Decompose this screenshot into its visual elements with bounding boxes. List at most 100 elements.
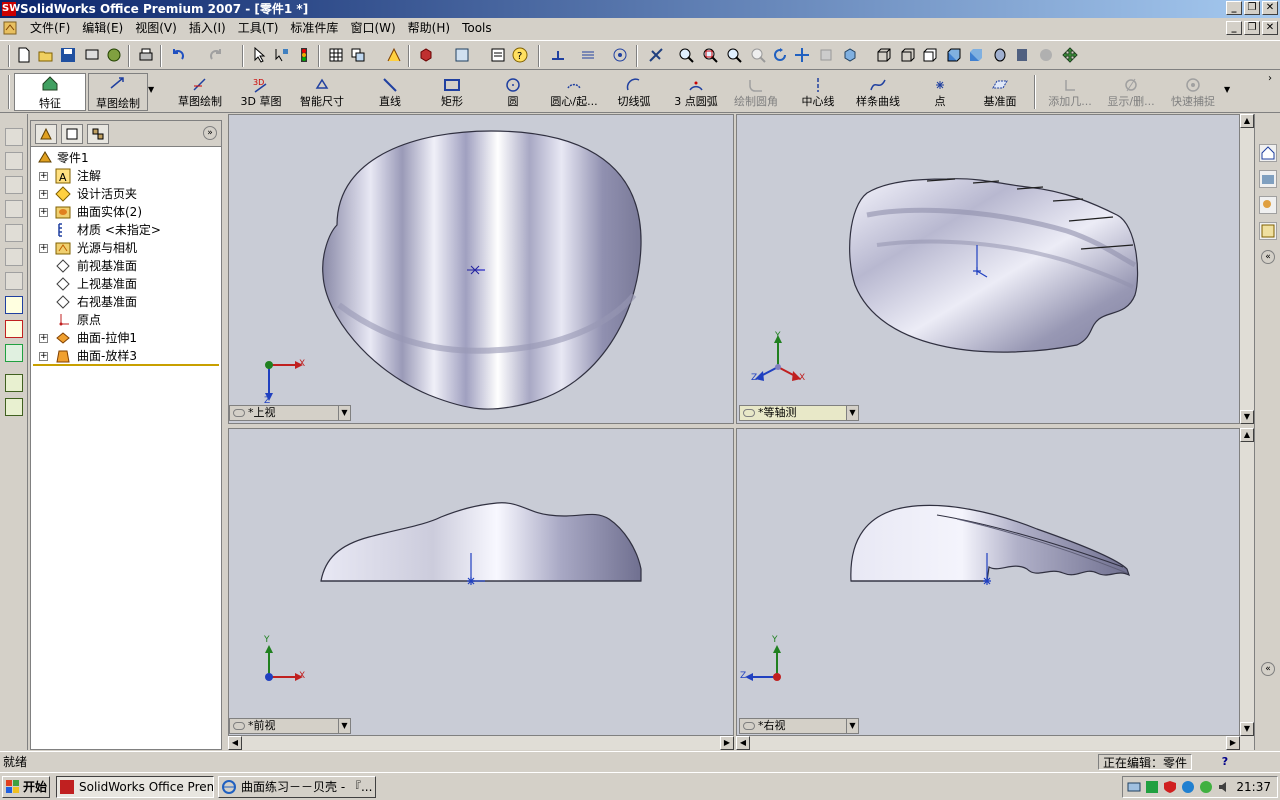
- relations-side-icon[interactable]: [5, 344, 23, 362]
- cmd-line[interactable]: 直线: [372, 75, 408, 111]
- link-views-icon[interactable]: [743, 409, 755, 417]
- scroll-up-icon[interactable]: ▲: [1240, 114, 1254, 128]
- shaded-icon[interactable]: [966, 45, 986, 65]
- tree-item-top-plane[interactable]: 上视基准面: [31, 275, 221, 293]
- volume-tray-icon[interactable]: [1217, 780, 1231, 794]
- target-icon[interactable]: [610, 45, 630, 65]
- new-icon[interactable]: [14, 45, 34, 65]
- doc-close-button[interactable]: ✕: [1262, 21, 1278, 35]
- tree-item-surface-bodies[interactable]: + 曲面实体(2): [31, 203, 221, 221]
- horizontal-scrollbar-right[interactable]: ◀ ▶: [736, 736, 1254, 750]
- tree-item-surface-extrude[interactable]: + 曲面-拉伸1: [31, 329, 221, 347]
- smart-dimension-side-icon[interactable]: [5, 320, 23, 338]
- snap-icon[interactable]: [348, 45, 368, 65]
- sketch-relation-icon[interactable]: [578, 45, 598, 65]
- shadows-icon[interactable]: [990, 45, 1010, 65]
- menu-help[interactable]: 帮助(H): [402, 20, 456, 36]
- cmd-plane[interactable]: 基准面: [978, 75, 1022, 111]
- taskbar-browser[interactable]: 曲面练习－－贝壳 - 『...: [218, 776, 376, 798]
- scroll-down-icon[interactable]: ▼: [1240, 722, 1254, 736]
- view-dropdown-icon[interactable]: ▼: [338, 406, 350, 420]
- property-manager-tab-icon[interactable]: [61, 124, 83, 144]
- cmd-centerline[interactable]: 中心线: [796, 75, 840, 111]
- pan-icon[interactable]: [792, 45, 812, 65]
- expand-pane-icon[interactable]: «: [1261, 662, 1275, 676]
- tree-item-annotations[interactable]: + A 注解: [31, 167, 221, 185]
- doc-restore-button[interactable]: ❐: [1244, 21, 1260, 35]
- minimize-button[interactable]: _: [1226, 1, 1242, 15]
- options-icon[interactable]: [104, 45, 124, 65]
- toolbar-overflow-icon[interactable]: ›: [1268, 73, 1272, 84]
- view-label-front[interactable]: *前视 ▼: [229, 718, 351, 734]
- cmd-centerpoint-arc[interactable]: 圆心/起...: [544, 75, 604, 111]
- update-tray-icon[interactable]: [1199, 780, 1213, 794]
- shield-tray-icon[interactable]: [1163, 780, 1177, 794]
- select-filter-icon[interactable]: [272, 45, 292, 65]
- hidden-lines-removed-icon[interactable]: [920, 45, 940, 65]
- cmd-smart-dimension[interactable]: 智能尺寸: [294, 75, 350, 111]
- scroll-right-icon[interactable]: ▶: [1226, 736, 1240, 750]
- view-label-right[interactable]: *右视 ▼: [739, 718, 859, 734]
- zoom-in-out-icon[interactable]: [724, 45, 744, 65]
- menu-standard-library[interactable]: 标准件库: [284, 20, 344, 36]
- start-button[interactable]: 开始: [2, 776, 50, 798]
- link-views-icon[interactable]: [743, 722, 755, 730]
- design-library-icon[interactable]: [1259, 170, 1277, 188]
- tree-item-design-binder[interactable]: + 设计活页夹: [31, 185, 221, 203]
- menu-view[interactable]: 视图(V): [129, 20, 183, 36]
- layer-icon[interactable]: [5, 374, 23, 392]
- expand-icon[interactable]: +: [39, 172, 48, 181]
- antivirus-tray-icon[interactable]: [1181, 780, 1195, 794]
- tab-sketch[interactable]: 草图绘制: [88, 73, 148, 111]
- view-dropdown-icon[interactable]: ▼: [846, 406, 858, 420]
- expand-icon[interactable]: +: [39, 190, 48, 199]
- section-view-icon[interactable]: [646, 45, 666, 65]
- undo-icon[interactable]: [168, 45, 188, 65]
- collapse-pane-icon[interactable]: «: [1261, 250, 1275, 264]
- scroll-down-icon[interactable]: ▼: [1240, 410, 1254, 424]
- close-button[interactable]: ✕: [1262, 1, 1278, 15]
- restore-button[interactable]: ❐: [1244, 1, 1260, 15]
- cmd-sketch[interactable]: 草图绘制: [172, 75, 228, 111]
- print-icon[interactable]: [136, 45, 156, 65]
- print-preview-icon[interactable]: [82, 45, 102, 65]
- panel-expand-icon[interactable]: »: [203, 126, 217, 140]
- rollback-bar[interactable]: [33, 364, 219, 366]
- tree-item-origin[interactable]: 原点: [31, 311, 221, 329]
- menu-file[interactable]: 文件(F): [24, 20, 76, 36]
- cmd-3d-sketch[interactable]: 3D 3D 草图: [236, 75, 286, 111]
- save-icon[interactable]: [58, 45, 78, 65]
- zoom-to-fit-icon[interactable]: [676, 45, 696, 65]
- view-orientation-icon[interactable]: [452, 45, 472, 65]
- layer-properties-icon[interactable]: [5, 398, 23, 416]
- cmd-spline[interactable]: 样条曲线: [852, 75, 904, 111]
- zoom-area-icon[interactable]: [700, 45, 720, 65]
- scroll-left-icon[interactable]: ◀: [736, 736, 750, 750]
- scroll-right-icon[interactable]: ▶: [720, 736, 734, 750]
- configuration-manager-tab-icon[interactable]: [87, 124, 109, 144]
- view-label-top[interactable]: *上视 ▼: [229, 405, 351, 421]
- shaded-cube-icon[interactable]: [416, 45, 436, 65]
- tab-features[interactable]: 特征: [14, 73, 86, 111]
- expand-icon[interactable]: +: [39, 352, 48, 361]
- expand-icon[interactable]: +: [39, 208, 48, 217]
- expand-icon[interactable]: +: [39, 244, 48, 253]
- expand-icon[interactable]: +: [39, 334, 48, 343]
- menu-tools-en[interactable]: Tools: [456, 20, 498, 36]
- tab-dropdown-icon[interactable]: ▼: [148, 85, 158, 94]
- help-icon[interactable]: ?: [510, 45, 530, 65]
- menu-tools[interactable]: 工具(T): [232, 20, 285, 36]
- status-help-icon[interactable]: ?: [1218, 755, 1232, 769]
- hidden-lines-visible-icon[interactable]: [898, 45, 918, 65]
- cmd-circle[interactable]: 圆: [498, 75, 528, 111]
- quick-snaps-dropdown-icon[interactable]: ▼: [1224, 85, 1230, 94]
- cmd-rectangle[interactable]: 矩形: [434, 75, 470, 111]
- menu-window[interactable]: 窗口(W): [344, 20, 401, 36]
- standard-views-icon[interactable]: [840, 45, 860, 65]
- traffic-light-icon[interactable]: [294, 45, 314, 65]
- view-dropdown-icon[interactable]: ▼: [338, 719, 350, 733]
- link-views-icon[interactable]: [233, 409, 245, 417]
- rebuild-icon[interactable]: [384, 45, 404, 65]
- select-icon[interactable]: [250, 45, 270, 65]
- cmd-tangent-arc[interactable]: 切线弧: [612, 75, 656, 111]
